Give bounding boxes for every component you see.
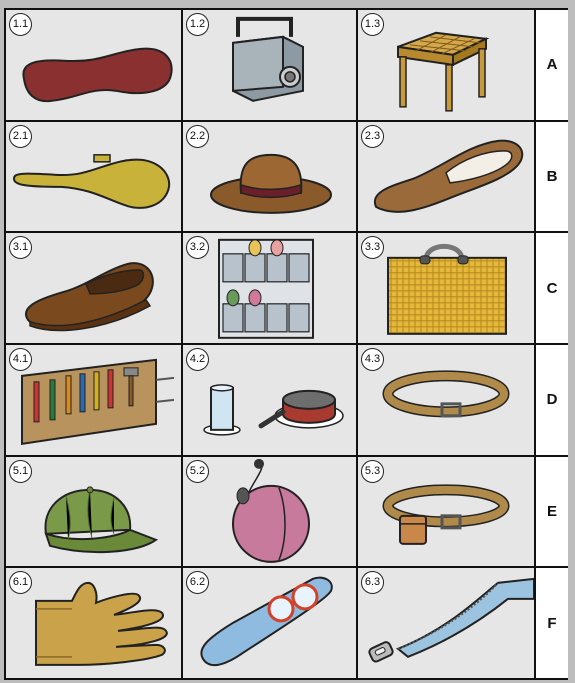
cell-2-1: 2.1 bbox=[6, 121, 181, 232]
cell-4-1: 4.1 bbox=[6, 344, 181, 455]
cell-number: 5.1 bbox=[9, 459, 32, 483]
cell-1-3: 1.3 bbox=[358, 10, 534, 120]
guitar-case-icon bbox=[12, 153, 171, 209]
woven-bag-icon bbox=[387, 244, 507, 336]
belt-with-pouch-icon bbox=[382, 483, 510, 545]
row-label-f: F bbox=[536, 568, 568, 678]
cell-number: 1.3 bbox=[361, 13, 384, 36]
row-label-e: E bbox=[536, 456, 568, 567]
cell-5-2: 5.2 bbox=[183, 456, 356, 567]
cell-6-2: 6.2 bbox=[183, 568, 356, 678]
cell-6-3: 6.3 bbox=[358, 568, 534, 678]
cell-number: 2.3 bbox=[361, 124, 384, 148]
cell-number: 1.1 bbox=[9, 13, 32, 36]
row-label-b: B bbox=[536, 121, 568, 232]
tool-roll-icon bbox=[21, 358, 175, 445]
cell-5-1: 5.1 bbox=[6, 456, 181, 567]
cell-3-1: 3.1 bbox=[6, 233, 181, 343]
camera-icon bbox=[232, 16, 304, 102]
belt-icon bbox=[382, 370, 510, 418]
zipper-icon bbox=[368, 578, 534, 663]
cell-number: 4.3 bbox=[361, 347, 384, 371]
cell-number: 2.2 bbox=[186, 124, 209, 148]
cell-3-2: 3.2 bbox=[183, 233, 356, 343]
cell-number: 5.3 bbox=[361, 459, 384, 483]
shoe-organizer-icon bbox=[218, 239, 314, 340]
cell-6-1: 6.1 bbox=[6, 568, 181, 678]
cell-4-3: 4.3 bbox=[358, 344, 534, 455]
cell-1-1: 1.1 bbox=[6, 10, 181, 120]
cell-4-2: 4.2 bbox=[183, 344, 356, 455]
loafer-icon bbox=[25, 262, 154, 332]
slipper-icon bbox=[373, 139, 524, 213]
cell-number: 4.2 bbox=[186, 347, 209, 371]
cell-3-3: 3.3 bbox=[358, 233, 534, 343]
cell-number: 1.2 bbox=[186, 13, 209, 36]
glass-and-pan-icon bbox=[203, 384, 344, 436]
cell-number: 5.2 bbox=[186, 459, 209, 483]
cell-5-3: 5.3 bbox=[358, 456, 534, 567]
row-label-a: A bbox=[536, 10, 568, 120]
cell-2-3: 2.3 bbox=[358, 121, 534, 232]
perfume-bottle-icon bbox=[232, 458, 310, 563]
cell-1-2: 1.2 bbox=[183, 10, 356, 120]
hat-icon bbox=[210, 153, 332, 214]
item-grid: 1.1 1.2 1.3 A 2.1 2.2 2.3 B 3.1 3.2 3.3 … bbox=[6, 10, 568, 678]
glasses-case-icon bbox=[200, 576, 333, 667]
glove-icon bbox=[35, 582, 168, 667]
item-grid-frame: 1.1 1.2 1.3 A 2.1 2.2 2.3 B 3.1 3.2 3.3 … bbox=[4, 8, 568, 680]
cell-number: 4.1 bbox=[9, 347, 32, 371]
row-label-c: C bbox=[536, 233, 568, 343]
cell-2-2: 2.2 bbox=[183, 121, 356, 232]
guitar-case-icon bbox=[22, 47, 173, 103]
stool-icon bbox=[397, 31, 490, 112]
row-label-d: D bbox=[536, 344, 568, 455]
cap-icon bbox=[44, 485, 159, 553]
cell-number: 2.1 bbox=[9, 124, 32, 148]
